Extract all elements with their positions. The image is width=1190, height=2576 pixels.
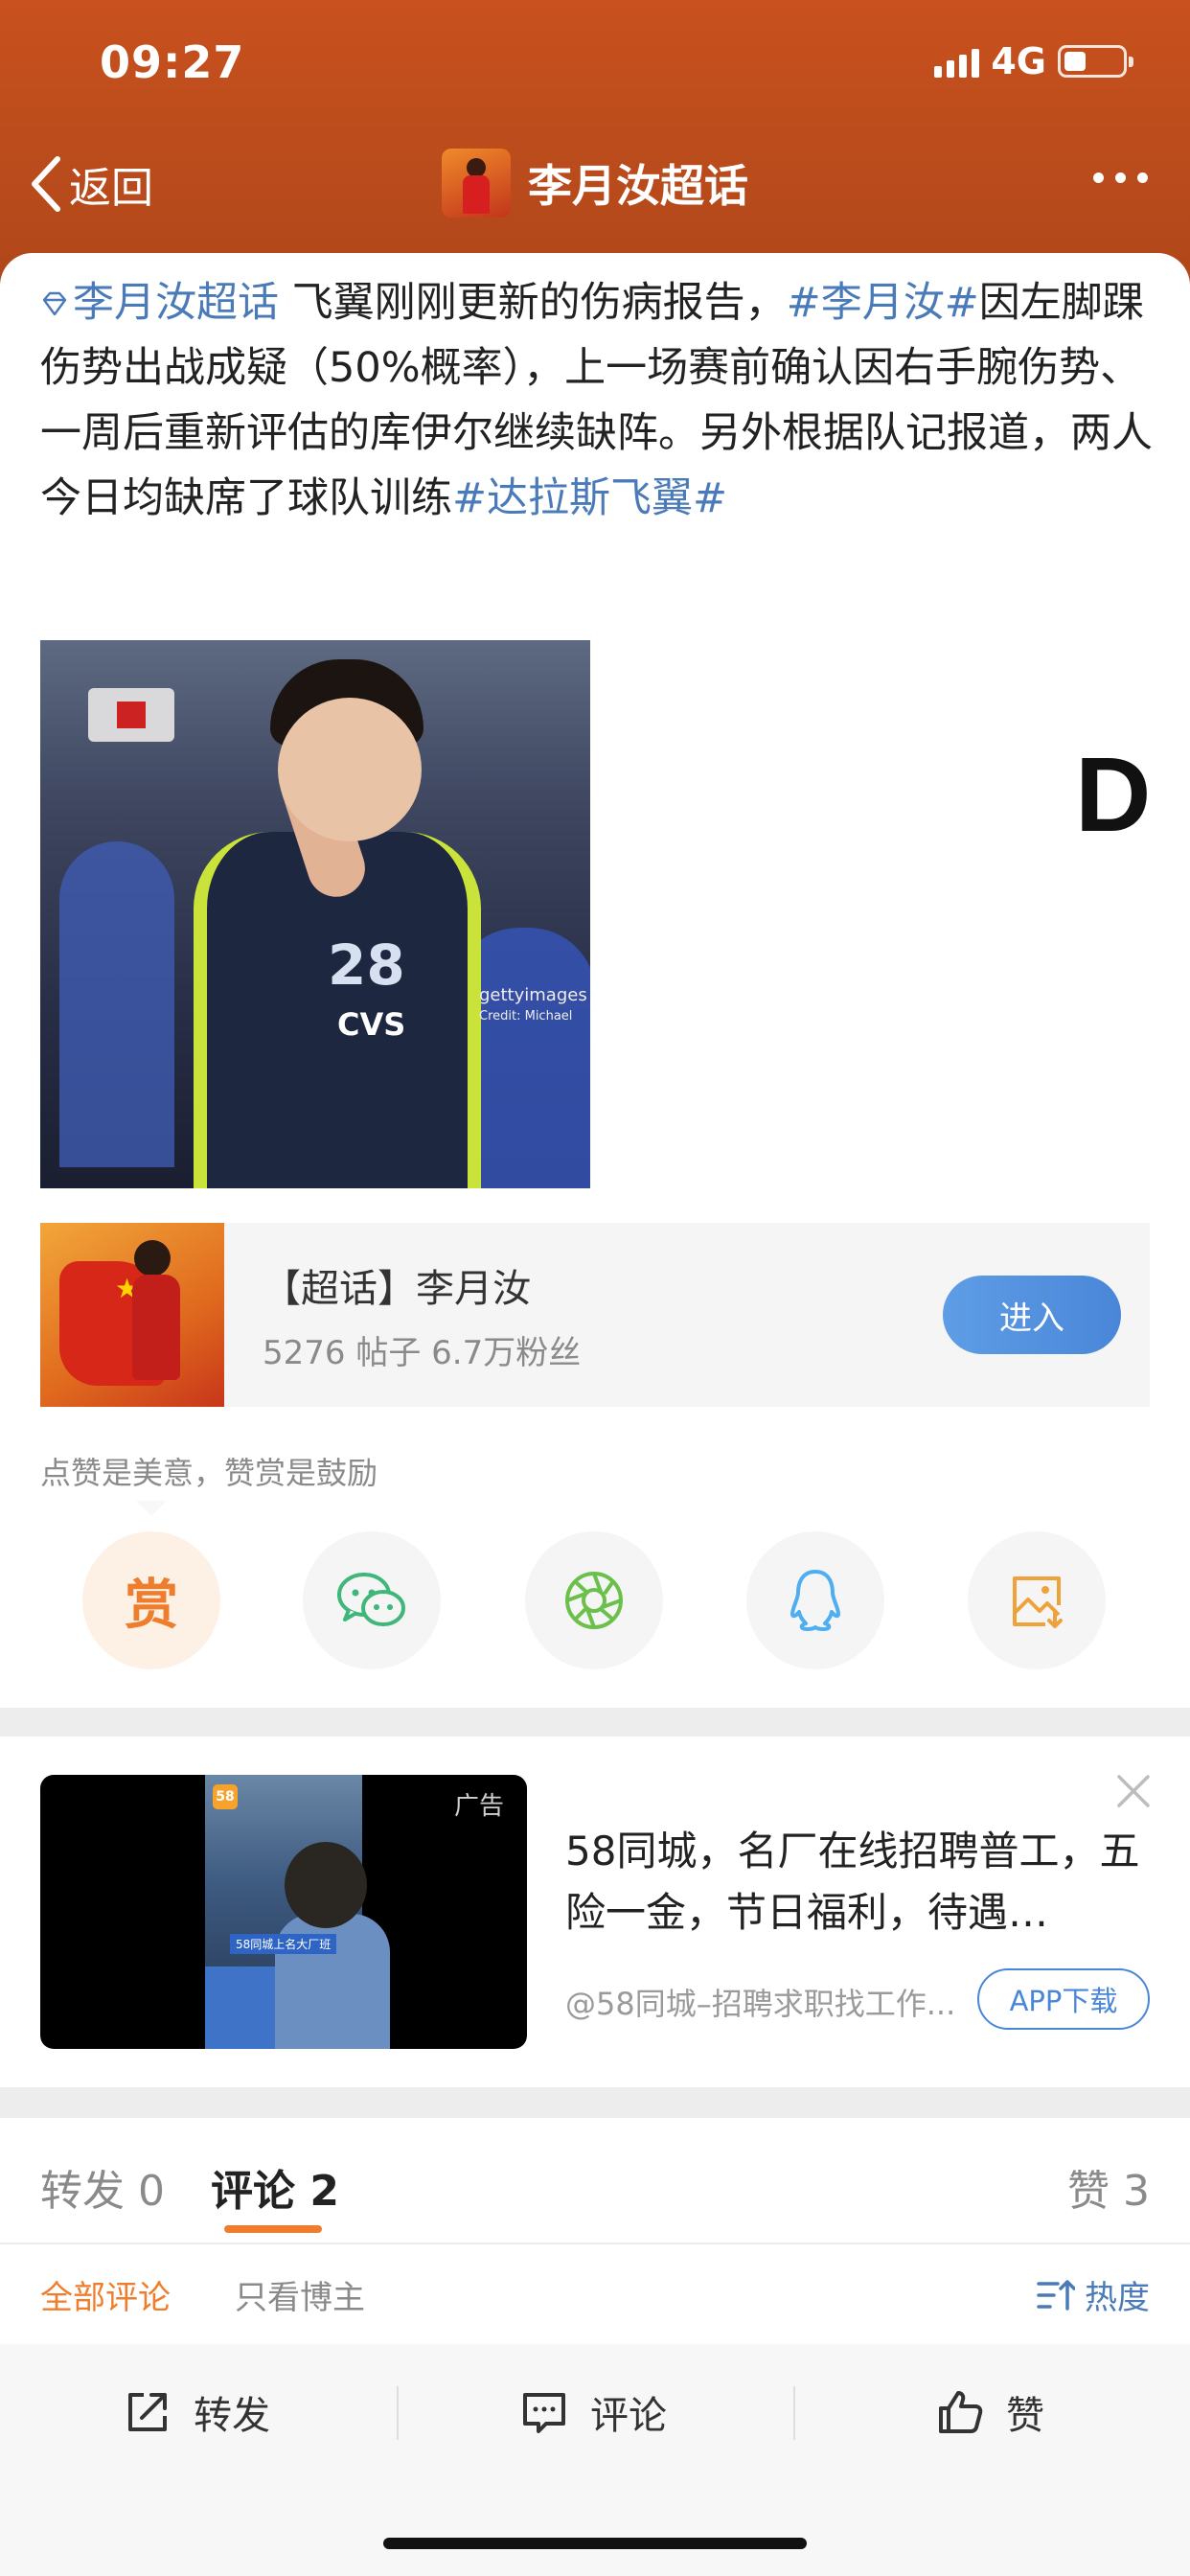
sort-label: 热度 (1085, 2279, 1150, 2317)
topic-tag-text: 李月汝超话 (73, 279, 279, 327)
tab-repost[interactable]: 转发 0 (40, 2156, 165, 2218)
network-type: 4G (991, 40, 1046, 82)
battery-icon (1058, 45, 1133, 78)
topic-tag-link[interactable]: 李月汝超话 (40, 279, 279, 327)
topic-name: 【超话】李月汝 (263, 1266, 531, 1311)
enter-topic-button[interactable]: 进入 (943, 1276, 1121, 1354)
separator (397, 2386, 399, 2440)
filter-all-comments[interactable]: 全部评论 (40, 2271, 171, 2318)
separator (793, 2386, 795, 2440)
tab-comment[interactable]: 评论 2 (211, 2156, 339, 2218)
like-label: 赞 (1006, 2394, 1044, 2438)
status-time: 09:27 (100, 36, 245, 88)
wechat-icon (337, 1573, 405, 1626)
ad-video[interactable]: 58 58同城上名大厂班 广告 (40, 1775, 527, 2049)
save-image-button[interactable] (968, 1531, 1106, 1669)
nav-title: 李月汝超话 (0, 149, 1190, 218)
more-menu-button[interactable] (1093, 172, 1148, 183)
diamond-icon (42, 291, 67, 316)
hashtag-link-2[interactable]: #达拉斯飞翼# (452, 474, 727, 522)
comment-button[interactable]: 评论 (519, 2384, 667, 2440)
ad-label: 广告 (453, 1792, 504, 1821)
filter-owner-only[interactable]: 只看博主 (235, 2271, 365, 2318)
interaction-tabs (0, 2118, 1190, 2242)
post-body: 李月汝超话 飞翼刚刚更新的伤病报告，#李月汝#因左脚踝伤势出战成疑（50%概率）… (40, 270, 1161, 531)
like-button[interactable]: 赞 (935, 2384, 1044, 2440)
topic-avatar (442, 149, 511, 218)
post-text-1: 飞翼刚刚更新的伤病报告， (279, 279, 787, 327)
topic-info: 【超话】李月汝 5276 帖子 6.7万粉丝 (263, 1257, 943, 1373)
ad-video-caption: 58同城上名大厂班 (230, 1934, 337, 1954)
ad-video-logo: 58 (213, 1784, 238, 1809)
reward-button[interactable]: 赏 (82, 1531, 220, 1669)
reward-icon: 赏 (125, 1574, 178, 1637)
thumbs-up-icon (939, 2391, 983, 2433)
side-letter: D (1075, 736, 1152, 854)
player-face (278, 698, 422, 841)
jersey-sponsor: CVS (337, 1006, 406, 1043)
home-indicator (383, 2538, 807, 2549)
tip-pointer (136, 1501, 167, 1516)
share-wechat-button[interactable] (303, 1531, 441, 1669)
ad-source: @58同城–招聘求职找工作... (565, 1986, 956, 2022)
comment-icon (523, 2393, 565, 2433)
reward-tip: 点赞是美意，赞赏是鼓励 (40, 1455, 378, 1491)
share-qq-button[interactable] (746, 1531, 884, 1669)
exit-sign (88, 688, 174, 742)
repost-button[interactable]: 转发 (123, 2384, 270, 2440)
share-moments-button[interactable] (525, 1531, 663, 1669)
repost-label: 转发 (194, 2394, 270, 2438)
sort-icon (1037, 2279, 1075, 2311)
sort-hot-button[interactable]: 热度 (1037, 2271, 1150, 2318)
topic-stats: 5276 帖子 6.7万粉丝 (263, 1333, 582, 1372)
app-download-button[interactable]: APP下载 (977, 1968, 1150, 2030)
tab-like[interactable]: 赞 3 (1067, 2156, 1150, 2218)
moments-icon (565, 1572, 623, 1629)
comment-filters (0, 2244, 1190, 2344)
status-icons: 4G (934, 40, 1133, 82)
active-tab-indicator (224, 2225, 322, 2233)
post-image[interactable]: 28 CVS gettyimages Credit: Michael (40, 640, 590, 1188)
ad-title[interactable]: 58同城，名厂在线招聘普工，五险一金，节日福利，待遇… (565, 1821, 1140, 1944)
more-dot-icon (1093, 172, 1104, 183)
topic-thumbnail: ★ (40, 1223, 224, 1407)
nav-title-text: 李月汝超话 (528, 160, 748, 212)
close-icon[interactable] (1111, 1769, 1156, 1813)
hashtag-link-1[interactable]: #李月汝# (787, 279, 979, 327)
comment-label: 评论 (590, 2394, 667, 2438)
image-credit: gettyimages Credit: Michael (479, 985, 587, 1024)
super-topic-card[interactable]: ★ 【超话】李月汝 5276 帖子 6.7万粉丝 进入 (40, 1223, 1150, 1407)
share-row: 赏 (0, 1531, 1190, 1669)
share-icon (128, 2393, 167, 2431)
qq-icon (790, 1570, 840, 1631)
jersey-number: 28 (328, 932, 405, 998)
save-image-icon (1013, 1576, 1063, 1628)
signal-icon (934, 45, 980, 78)
